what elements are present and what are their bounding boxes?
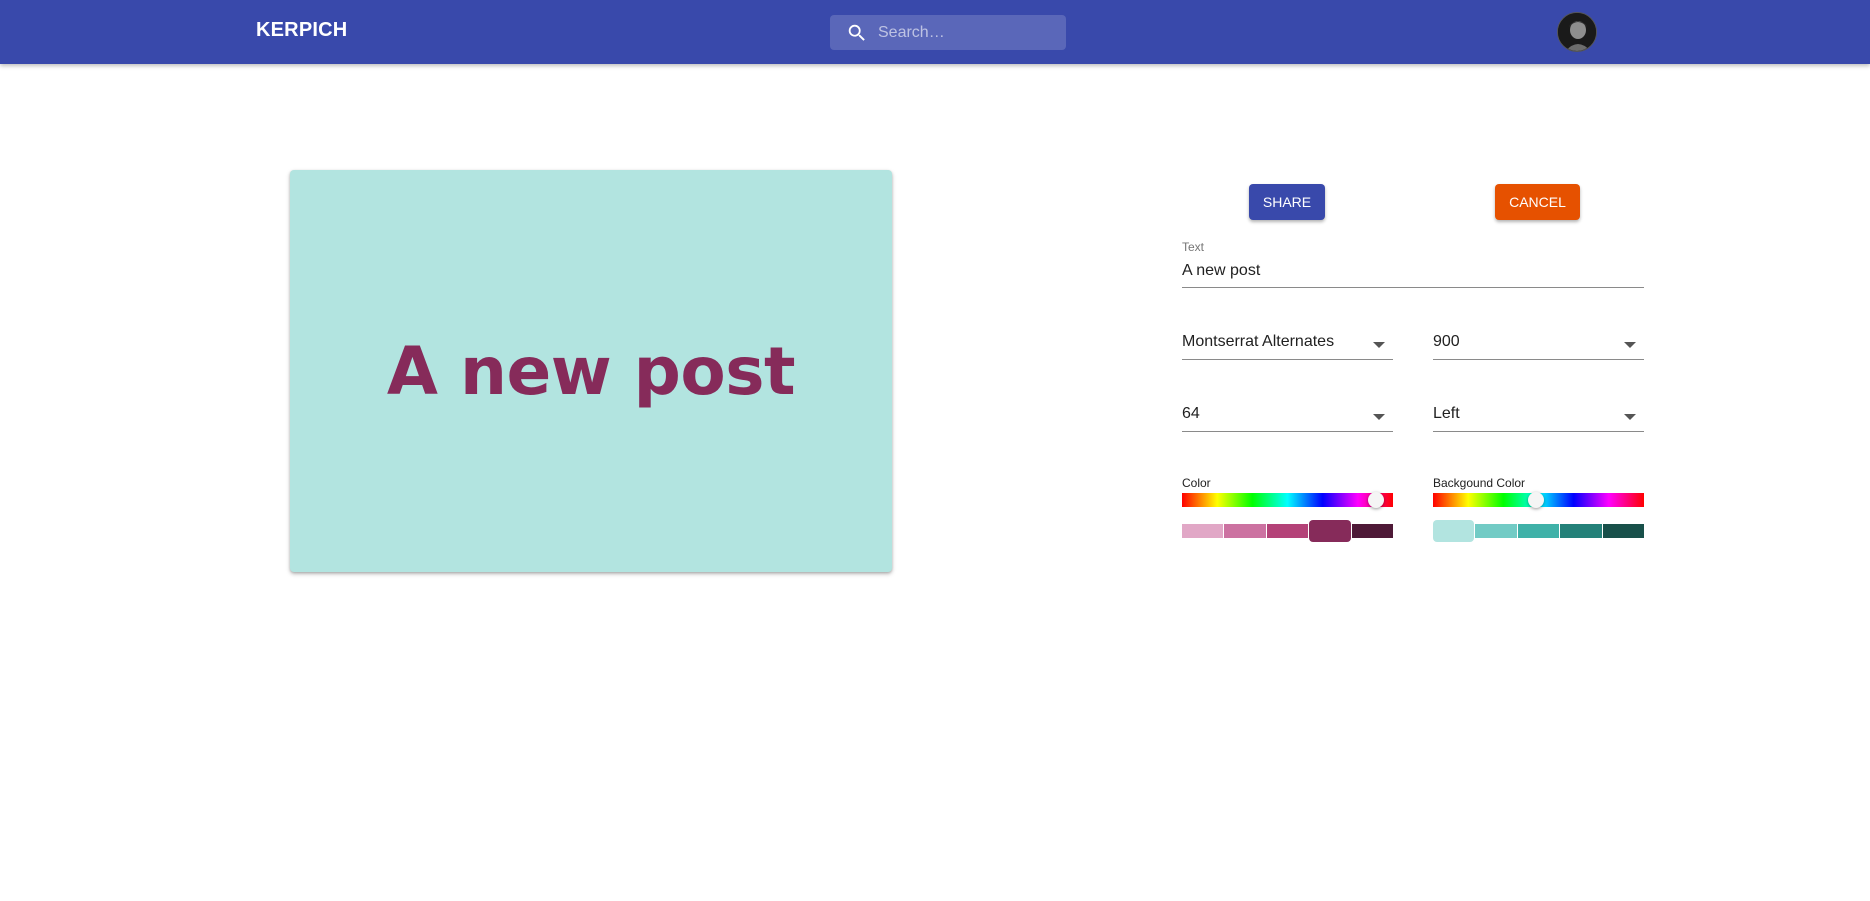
background-color-swatches [1433, 520, 1645, 542]
post-text-field[interactable]: Text A new post [1182, 240, 1644, 288]
background-color-label: Backgound Color [1433, 476, 1526, 490]
post-preview-text: A new post [386, 332, 796, 410]
font-size-value: 64 [1182, 405, 1200, 422]
font-weight-select[interactable]: 900 [1433, 330, 1644, 360]
text-align-select[interactable]: Left [1433, 402, 1644, 432]
background-color-swatch[interactable] [1517, 524, 1560, 538]
post-text-label: Text [1182, 240, 1205, 254]
font-family-select[interactable]: Montserrat Alternates [1182, 330, 1393, 360]
chevron-down-icon [1624, 414, 1636, 420]
text-color-picker: Color [1182, 476, 1394, 546]
text-color-hue-slider[interactable] [1182, 493, 1393, 507]
text-color-swatch[interactable] [1266, 524, 1309, 538]
chevron-down-icon [1373, 342, 1385, 348]
avatar[interactable] [1557, 12, 1597, 52]
text-align-value: Left [1433, 405, 1460, 422]
post-preview-canvas: A new post [290, 170, 892, 572]
text-color-swatch[interactable] [1351, 524, 1394, 538]
user-avatar-icon [1558, 13, 1596, 51]
search-icon [848, 24, 865, 41]
post-text-input[interactable]: A new post [1182, 262, 1260, 280]
text-color-swatch[interactable] [1182, 524, 1224, 538]
search-input[interactable] [878, 15, 1058, 50]
font-weight-value: 900 [1433, 333, 1460, 350]
background-color-hue-thumb[interactable] [1528, 492, 1545, 508]
brand-logo[interactable]: KERPICH [256, 19, 347, 42]
text-color-label: Color [1182, 476, 1211, 490]
text-color-swatch[interactable] [1224, 524, 1266, 538]
background-color-swatch[interactable] [1475, 524, 1517, 538]
cancel-button[interactable]: CANCEL [1495, 184, 1580, 220]
chevron-down-icon [1373, 414, 1385, 420]
background-color-swatch[interactable] [1602, 524, 1645, 538]
share-button[interactable]: SHARE [1249, 184, 1325, 220]
background-color-picker: Backgound Color [1433, 476, 1645, 546]
background-color-swatch[interactable] [1560, 524, 1602, 538]
text-color-swatches [1182, 520, 1394, 542]
text-color-swatch-selected[interactable] [1309, 520, 1351, 542]
chevron-down-icon [1624, 342, 1636, 348]
app-bar: KERPICH [0, 0, 1870, 64]
search-box[interactable] [830, 15, 1066, 50]
background-color-swatch-selected[interactable] [1433, 520, 1475, 542]
text-color-hue-thumb[interactable] [1368, 492, 1385, 508]
font-family-value: Montserrat Alternates [1182, 333, 1335, 350]
font-size-select[interactable]: 64 [1182, 402, 1393, 432]
